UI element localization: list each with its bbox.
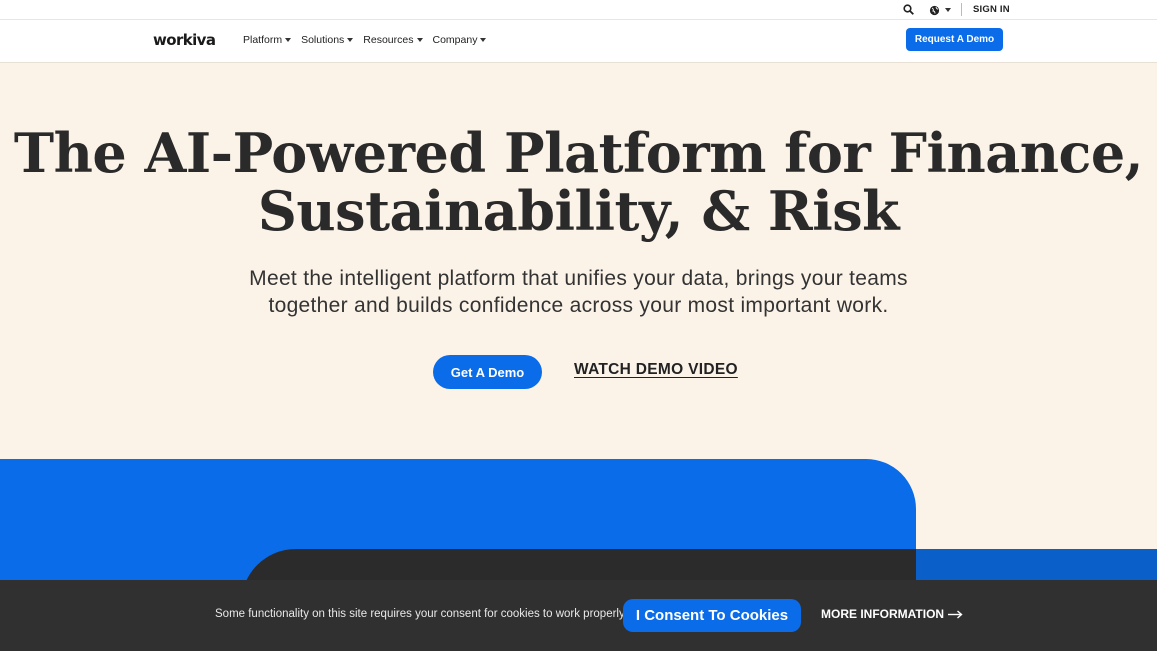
globe-icon — [929, 5, 940, 15]
sign-in-link[interactable]: SIGN IN — [973, 4, 1010, 15]
nav-item-label: Company — [432, 34, 478, 46]
arrow-right-icon — [948, 609, 963, 619]
chevron-down-icon — [480, 38, 487, 42]
cookie-consent-banner: Some functionality on this site requires… — [0, 580, 1157, 651]
nav-item-platform[interactable]: Platform — [243, 34, 292, 46]
utility-bar: SIGN IN — [0, 0, 1157, 20]
nav-item-company[interactable]: Company — [433, 34, 487, 46]
nav-menu: Platform Solutions Resources Company — [243, 34, 496, 46]
nav-item-label: Resources — [363, 34, 414, 46]
divider — [961, 3, 962, 16]
more-information-label: MORE INFORMATION — [821, 607, 945, 621]
cookie-message: Some functionality on this site requires… — [215, 608, 628, 620]
get-demo-button[interactable]: Get A Demo — [433, 355, 542, 389]
nav-item-resources[interactable]: Resources — [363, 34, 423, 46]
chevron-down-icon — [285, 38, 292, 42]
nav-item-solutions[interactable]: Solutions — [301, 34, 354, 46]
hero-title-line-1: The AI-Powered Platform for Finance, — [13, 121, 1144, 185]
nav-item-label: Solutions — [301, 34, 345, 46]
search-icon[interactable] — [901, 2, 915, 16]
chevron-down-icon — [945, 8, 951, 12]
chevron-down-icon — [347, 38, 354, 42]
logo[interactable]: workiva — [153, 31, 216, 49]
nav-item-label: Platform — [243, 34, 283, 46]
main-nav: workiva Platform Solutions Resources Com… — [0, 20, 1157, 63]
language-selector[interactable] — [929, 2, 951, 18]
hero-subtitle: Meet the intelligent platform that unifi… — [0, 265, 1157, 319]
hero-subtitle-line-2: together and builds confidence across yo… — [268, 294, 889, 317]
request-demo-button[interactable]: Request A Demo — [906, 28, 1003, 51]
hero-title: The AI-Powered Platform for Finance, Sus… — [0, 124, 1157, 240]
chevron-down-icon — [416, 38, 423, 42]
hero-title-line-2: Sustainability, & Risk — [257, 179, 900, 243]
consent-cookies-button[interactable]: I Consent To Cookies — [623, 599, 801, 632]
watch-demo-video-link[interactable]: WATCH DEMO VIDEO — [574, 361, 738, 379]
hero-subtitle-line-1: Meet the intelligent platform that unifi… — [249, 267, 908, 290]
more-information-link[interactable]: MORE INFORMATION — [821, 607, 963, 621]
